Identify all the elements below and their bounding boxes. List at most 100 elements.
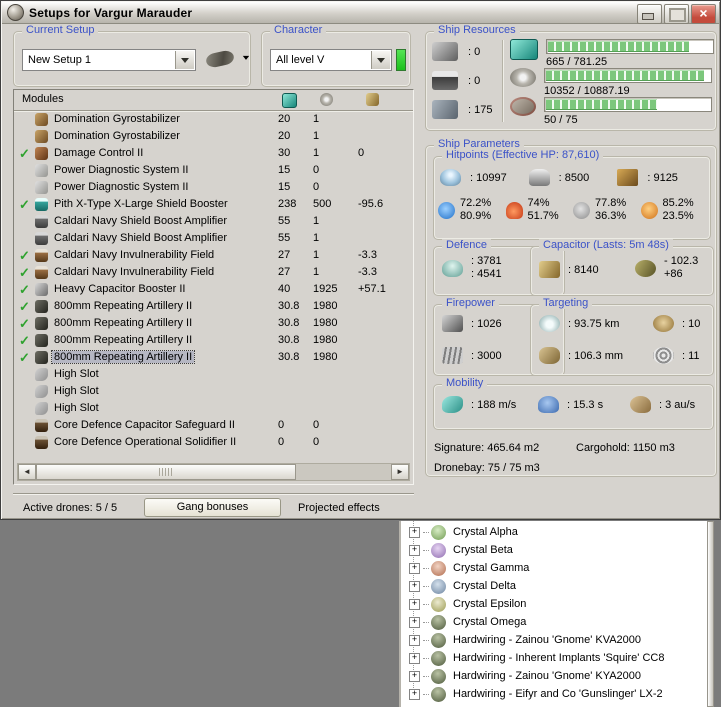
scroll-left-button[interactable]: ◄ xyxy=(18,464,36,480)
tree-item[interactable]: + Crystal Gamma xyxy=(401,550,707,577)
chevron-down-icon xyxy=(242,55,250,62)
projected-effects-button[interactable]: Projected effects xyxy=(298,502,380,514)
max-targets-value: : 10 xyxy=(682,317,701,330)
resist-cell: 85.2% 23.5% xyxy=(640,197,709,223)
scroll-right-button[interactable]: ► xyxy=(391,464,409,480)
divider xyxy=(13,493,414,495)
module-row[interactable]: Caldari Navy Shield Boost Amplifier 55 1 xyxy=(14,213,413,230)
implant-tree[interactable]: + Crystal Alpha + Crystal Beta + Crystal… xyxy=(399,521,707,707)
module-row[interactable]: Damage Control II 30 1 0 xyxy=(14,145,413,162)
module-row[interactable]: 800mm Repeating Artillery II 30.8 1980 xyxy=(14,315,413,332)
module-row[interactable]: 800mm Repeating Artillery II 30.8 1980 xyxy=(14,298,413,315)
module-powergrid: 1 xyxy=(313,147,320,159)
gang-bonuses-button[interactable]: Gang bonuses xyxy=(144,498,281,517)
maximize-button[interactable] xyxy=(664,4,689,24)
current-setup-label: Current Setup xyxy=(22,24,99,36)
module-cap-use: +57.1 xyxy=(358,283,386,295)
module-row[interactable]: Domination Gyrostabilizer 20 1 xyxy=(14,111,413,128)
resist-icon xyxy=(438,201,455,219)
tree-item[interactable]: + Hardwiring - Inherent Implants 'Squire… xyxy=(401,640,707,667)
module-cpu: 55 xyxy=(278,232,291,244)
armor-hp-icon xyxy=(528,169,550,186)
module-row[interactable]: Caldari Navy Invulnerability Field 27 1 … xyxy=(14,264,413,281)
armor-resist-value: 80.9% xyxy=(460,210,492,222)
module-icon xyxy=(35,181,48,194)
tree-item[interactable]: + Crystal Alpha xyxy=(401,521,707,541)
module-row[interactable]: 800mm Repeating Artillery II 30.8 1980 xyxy=(14,349,413,366)
module-list[interactable]: Modules Domination Gyrostabilizer 20 1 D… xyxy=(13,89,414,485)
module-powergrid: 0 xyxy=(313,181,320,193)
module-name: 800mm Repeating Artillery II xyxy=(54,317,193,329)
module-row[interactable]: Pith X-Type X-Large Shield Booster 238 5… xyxy=(14,196,413,213)
module-row[interactable]: Power Diagnostic System II 15 0 xyxy=(14,179,413,196)
tree-item[interactable]: + Crystal Delta xyxy=(401,568,707,595)
expand-plus-button[interactable]: + xyxy=(409,562,420,574)
setup-select-arrow-button[interactable] xyxy=(175,51,194,69)
expand-plus-button[interactable]: + xyxy=(409,580,420,592)
slot-resource-icon xyxy=(432,71,458,90)
setup-select[interactable]: New Setup 1 xyxy=(22,49,196,71)
module-row[interactable]: High Slot xyxy=(14,366,413,383)
tree-item[interactable]: + Hardwiring - Eifyr and Co 'Gunslinger'… xyxy=(401,676,707,703)
module-cpu: 27 xyxy=(278,266,291,278)
module-name: Pith X-Type X-Large Shield Booster xyxy=(54,198,228,210)
module-row[interactable]: Caldari Navy Shield Boost Amplifier 55 1 xyxy=(14,230,413,247)
module-row[interactable]: Domination Gyrostabilizer 20 1 xyxy=(14,128,413,145)
expand-plus-button[interactable]: + xyxy=(409,616,420,628)
tree-item-label: Crystal Beta xyxy=(453,544,513,556)
module-cpu: 30.8 xyxy=(278,351,300,363)
module-powergrid: 500 xyxy=(313,198,332,210)
bar-resource-icon xyxy=(510,39,538,60)
vertical-scrollbar[interactable] xyxy=(707,521,714,707)
minimize-button[interactable] xyxy=(637,4,662,24)
character-select-arrow-button[interactable] xyxy=(371,51,390,69)
module-row[interactable]: Core Defence Operational Solidifier II 0… xyxy=(14,434,413,451)
horizontal-scrollbar[interactable]: ◄ ► xyxy=(17,463,410,481)
structure-hp-icon xyxy=(617,169,639,186)
slot-resource-value: : 0 xyxy=(468,74,481,87)
tree-connector xyxy=(423,531,429,533)
module-row[interactable]: 800mm Repeating Artillery II 30.8 1980 xyxy=(14,332,413,349)
module-row[interactable]: High Slot xyxy=(14,383,413,400)
expand-plus-button[interactable]: + xyxy=(409,670,420,682)
active-check-icon xyxy=(19,299,32,314)
module-row[interactable]: Caldari Navy Invulnerability Field 27 1 … xyxy=(14,247,413,264)
tree-item[interactable]: + Crystal Beta xyxy=(401,532,707,559)
expand-plus-button[interactable]: + xyxy=(409,526,420,538)
character-select-value: All level V xyxy=(276,54,325,66)
module-cpu: 27 xyxy=(278,249,291,261)
resource-progress-fill xyxy=(546,70,704,81)
module-row[interactable]: Heavy Capacitor Booster II 40 1925 +57.1 xyxy=(14,281,413,298)
module-row[interactable]: Power Diagnostic System II 15 0 xyxy=(14,162,413,179)
resource-slot: : 175 xyxy=(432,100,492,119)
expand-plus-button[interactable]: + xyxy=(409,598,420,610)
resist-icon xyxy=(640,201,658,219)
module-powergrid: 1 xyxy=(313,232,320,244)
expand-plus-button[interactable]: + xyxy=(409,634,420,646)
ship-menu-button[interactable] xyxy=(204,49,250,69)
module-cpu: 40 xyxy=(278,283,291,295)
tree-item-label: Crystal Omega xyxy=(453,616,527,628)
active-check-icon xyxy=(19,418,32,433)
resource-progress-fill xyxy=(546,99,658,110)
module-row[interactable]: High Slot xyxy=(14,400,413,417)
tree-item[interactable]: + Crystal Omega xyxy=(401,604,707,631)
module-cpu: 55 xyxy=(278,215,291,227)
scroll-thumb[interactable] xyxy=(36,464,296,480)
title-bar[interactable]: Setups for Vargur Marauder × xyxy=(2,2,719,24)
expand-plus-button[interactable]: + xyxy=(409,652,420,664)
character-select[interactable]: All level V xyxy=(270,49,392,71)
slot-resource-icon xyxy=(432,42,458,61)
expand-plus-button[interactable]: + xyxy=(409,688,420,700)
active-check-icon xyxy=(19,367,32,382)
module-cpu: 20 xyxy=(278,130,291,142)
firepower-label: Firepower xyxy=(442,297,499,309)
scan-resolution-value: : 11 xyxy=(682,349,700,362)
tree-item[interactable]: + Hardwiring - Zainou 'Gnome' KVA2000 xyxy=(401,622,707,649)
tree-item[interactable]: + Crystal Epsilon xyxy=(401,586,707,613)
module-cpu: 15 xyxy=(278,164,291,176)
tree-item[interactable]: + Hardwiring - Zainou 'Gnome' KYA2000 xyxy=(401,658,707,685)
expand-plus-button[interactable]: + xyxy=(409,544,420,556)
module-row[interactable]: Core Defence Capacitor Safeguard II 0 0 xyxy=(14,417,413,434)
close-button[interactable]: × xyxy=(691,4,716,24)
